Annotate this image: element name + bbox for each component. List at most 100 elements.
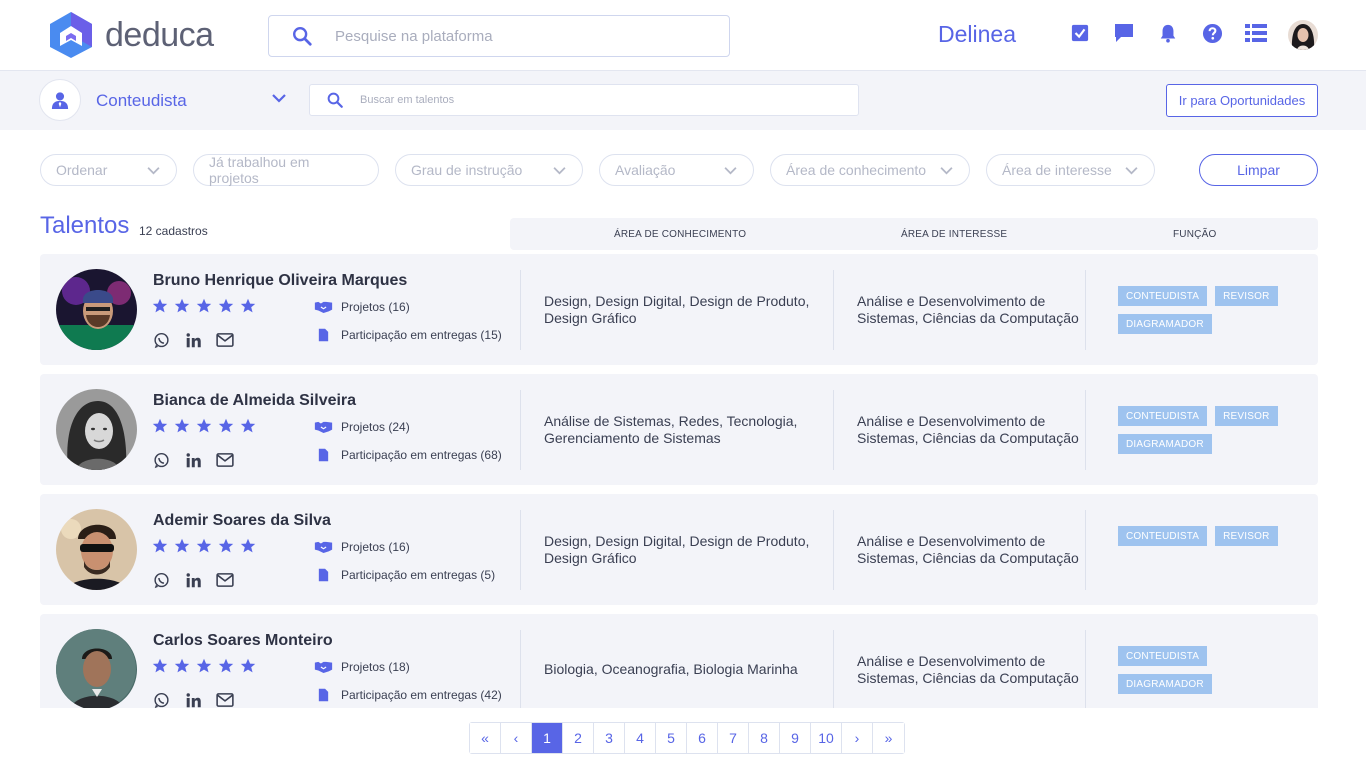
chat-icon[interactable] <box>1113 22 1135 44</box>
page-button[interactable]: 10 <box>811 723 842 753</box>
social-links <box>152 571 248 589</box>
deliveries-count: Participação em entregas (15) <box>313 328 502 342</box>
help-icon[interactable] <box>1201 22 1223 44</box>
whatsapp-icon[interactable] <box>152 331 170 349</box>
platform-search-input[interactable] <box>335 27 715 45</box>
interest-area: Análise e Desenvolvimento de Sistemas, C… <box>857 652 1079 686</box>
projects-label: Projetos (16) <box>341 300 410 314</box>
social-links <box>152 691 248 708</box>
talent-name[interactable]: Ademir Soares da Silva <box>153 512 331 530</box>
document-icon <box>318 328 328 342</box>
role-avatar[interactable] <box>39 79 81 121</box>
column-interest-area: ÁREA DE INTERESSE <box>901 229 1008 240</box>
divider <box>833 270 834 350</box>
next-page-button[interactable]: › <box>842 723 873 753</box>
result-count: 12 cadastros <box>139 224 208 238</box>
talent-search-input[interactable] <box>360 94 840 106</box>
list-icon[interactable] <box>1245 22 1267 44</box>
talent-name[interactable]: Carlos Soares Monteiro <box>153 632 333 650</box>
social-links <box>152 451 248 469</box>
linkedin-icon[interactable] <box>184 451 202 469</box>
talent-card[interactable]: Bianca de Almeida Silveira Projetos (24)… <box>40 374 1318 485</box>
page-button[interactable]: 2 <box>563 723 594 753</box>
deliveries-count: Participação em entregas (5) <box>313 568 495 582</box>
page-button[interactable]: 4 <box>625 723 656 753</box>
divider <box>1085 270 1086 350</box>
role-selector-label[interactable]: Conteudista <box>96 91 187 111</box>
page-button[interactable]: 1 <box>532 723 563 753</box>
last-page-button[interactable]: » <box>873 723 904 753</box>
talent-name[interactable]: Bruno Henrique Oliveira Marques <box>153 272 407 290</box>
talent-name[interactable]: Bianca de Almeida Silveira <box>153 392 356 410</box>
rating-stars <box>152 538 262 554</box>
divider <box>833 630 834 708</box>
talent-card[interactable]: Bruno Henrique Oliveira Marques Projetos… <box>40 254 1318 365</box>
deliveries-label: Participação em entregas (68) <box>341 448 502 462</box>
email-icon[interactable] <box>216 451 234 469</box>
search-icon <box>327 92 343 108</box>
talent-list: Bruno Henrique Oliveira Marques Projetos… <box>40 254 1318 708</box>
filter-knowledge-area[interactable]: Área de conhecimento <box>770 154 970 186</box>
page-button[interactable]: 6 <box>687 723 718 753</box>
page-button[interactable]: 5 <box>656 723 687 753</box>
filter-label: Área de conhecimento <box>786 162 927 178</box>
whatsapp-icon[interactable] <box>152 691 170 708</box>
document-icon <box>318 448 328 462</box>
divider <box>1085 630 1086 708</box>
user-avatar[interactable] <box>1288 20 1318 50</box>
talent-card[interactable]: Ademir Soares da Silva Projetos (16) Par… <box>40 494 1318 605</box>
role-badge: REVISOR <box>1215 406 1278 426</box>
linkedin-icon[interactable] <box>184 691 202 708</box>
search-icon <box>293 27 312 46</box>
rating-stars <box>152 298 262 314</box>
page-button[interactable]: 3 <box>594 723 625 753</box>
star-icon <box>218 298 234 313</box>
chevron-down-icon[interactable] <box>271 93 287 103</box>
page-button[interactable]: 7 <box>718 723 749 753</box>
sub-bar: Conteudista Ir para Oportunidades <box>0 71 1366 130</box>
opportunities-button[interactable]: Ir para Oportunidades <box>1166 84 1318 117</box>
whatsapp-icon[interactable] <box>152 451 170 469</box>
first-page-button[interactable]: « <box>470 723 501 753</box>
tasks-checkbox-icon[interactable] <box>1069 22 1091 44</box>
logo[interactable]: deduca <box>47 11 214 59</box>
deliveries-count: Participação em entregas (68) <box>313 448 502 462</box>
filter-interest-area[interactable]: Área de interesse <box>986 154 1155 186</box>
role-badge: REVISOR <box>1215 286 1278 306</box>
column-function: FUNÇÃO <box>1173 229 1217 240</box>
linkedin-icon[interactable] <box>184 571 202 589</box>
filter-rating[interactable]: Avaliação <box>599 154 754 186</box>
prev-page-button[interactable]: ‹ <box>501 723 532 753</box>
role-badges: CONTEUDISTA REVISOR DIAGRAMADOR <box>1118 286 1288 342</box>
pagination: « ‹ 1 2 3 4 5 6 7 8 9 10 › » <box>469 722 905 754</box>
whatsapp-icon[interactable] <box>152 571 170 589</box>
tenant-brand: Delinea <box>938 21 1016 47</box>
email-icon[interactable] <box>216 571 234 589</box>
email-icon[interactable] <box>216 691 234 708</box>
projects-count: Projetos (16) <box>313 300 410 314</box>
platform-search <box>268 15 730 57</box>
filter-worked-projects[interactable]: Já trabalhou em projetos <box>193 154 379 186</box>
knowledge-area: Análise de Sistemas, Redes, Tecnologia, … <box>544 412 798 446</box>
role-badge: CONTEUDISTA <box>1118 646 1208 666</box>
clear-filters-button[interactable]: Limpar <box>1199 154 1318 186</box>
bell-icon[interactable] <box>1157 22 1179 44</box>
projects-count: Projetos (16) <box>313 540 410 554</box>
filter-sort[interactable]: Ordenar <box>40 154 177 186</box>
star-icon <box>218 418 234 433</box>
social-links <box>152 331 248 349</box>
talent-card[interactable]: Carlos Soares Monteiro Projetos (18) Par… <box>40 614 1318 708</box>
page-button[interactable]: 9 <box>780 723 811 753</box>
role-badges: CONTEUDISTA REVISOR DIAGRAMADOR <box>1118 406 1288 462</box>
filter-education[interactable]: Grau de instrução <box>395 154 583 186</box>
linkedin-icon[interactable] <box>184 331 202 349</box>
handshake-icon <box>314 421 332 434</box>
avatar <box>56 389 137 470</box>
page-button[interactable]: 8 <box>749 723 780 753</box>
deliveries-label: Participação em entregas (15) <box>341 328 502 342</box>
star-icon <box>196 538 212 553</box>
filter-label: Área de interesse <box>1002 162 1112 178</box>
divider <box>520 510 521 590</box>
email-icon[interactable] <box>216 331 234 349</box>
projects-label: Projetos (18) <box>341 660 410 674</box>
